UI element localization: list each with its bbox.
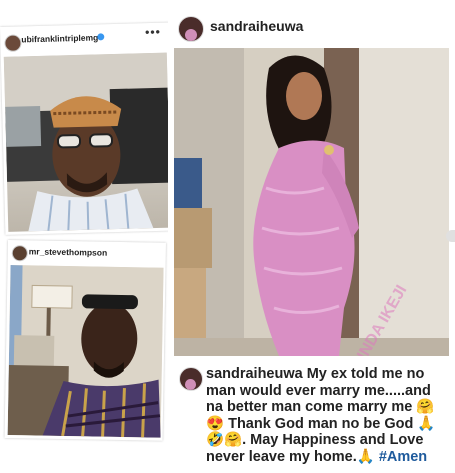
caption-username[interactable]: sandraiheuwa [206, 366, 303, 382]
left-bottom-post: mr_stevethompson [4, 240, 168, 443]
post-photo: LINDA IKEJI [174, 48, 449, 356]
avatar[interactable] [179, 367, 203, 391]
avatar[interactable] [178, 16, 204, 42]
post-photo [7, 265, 164, 438]
left-top-post: ubifranklintriplemg ••• [0, 22, 177, 236]
hashtag-link[interactable]: #Amen [379, 449, 427, 465]
right-post: sandraiheuwa LINDA IKEJI sandraiheuwa My… [168, 0, 455, 473]
post-username[interactable]: mr_stevethompson [29, 246, 108, 257]
post-photo [3, 52, 172, 232]
more-options-icon[interactable]: ••• [145, 25, 161, 39]
post-username[interactable]: sandraiheuwa [210, 18, 303, 34]
post-caption: sandraiheuwa My ex told me no man would … [206, 366, 451, 465]
post-username[interactable]: ubifranklintriplemg [21, 32, 98, 44]
scroll-indicator[interactable] [446, 230, 455, 242]
